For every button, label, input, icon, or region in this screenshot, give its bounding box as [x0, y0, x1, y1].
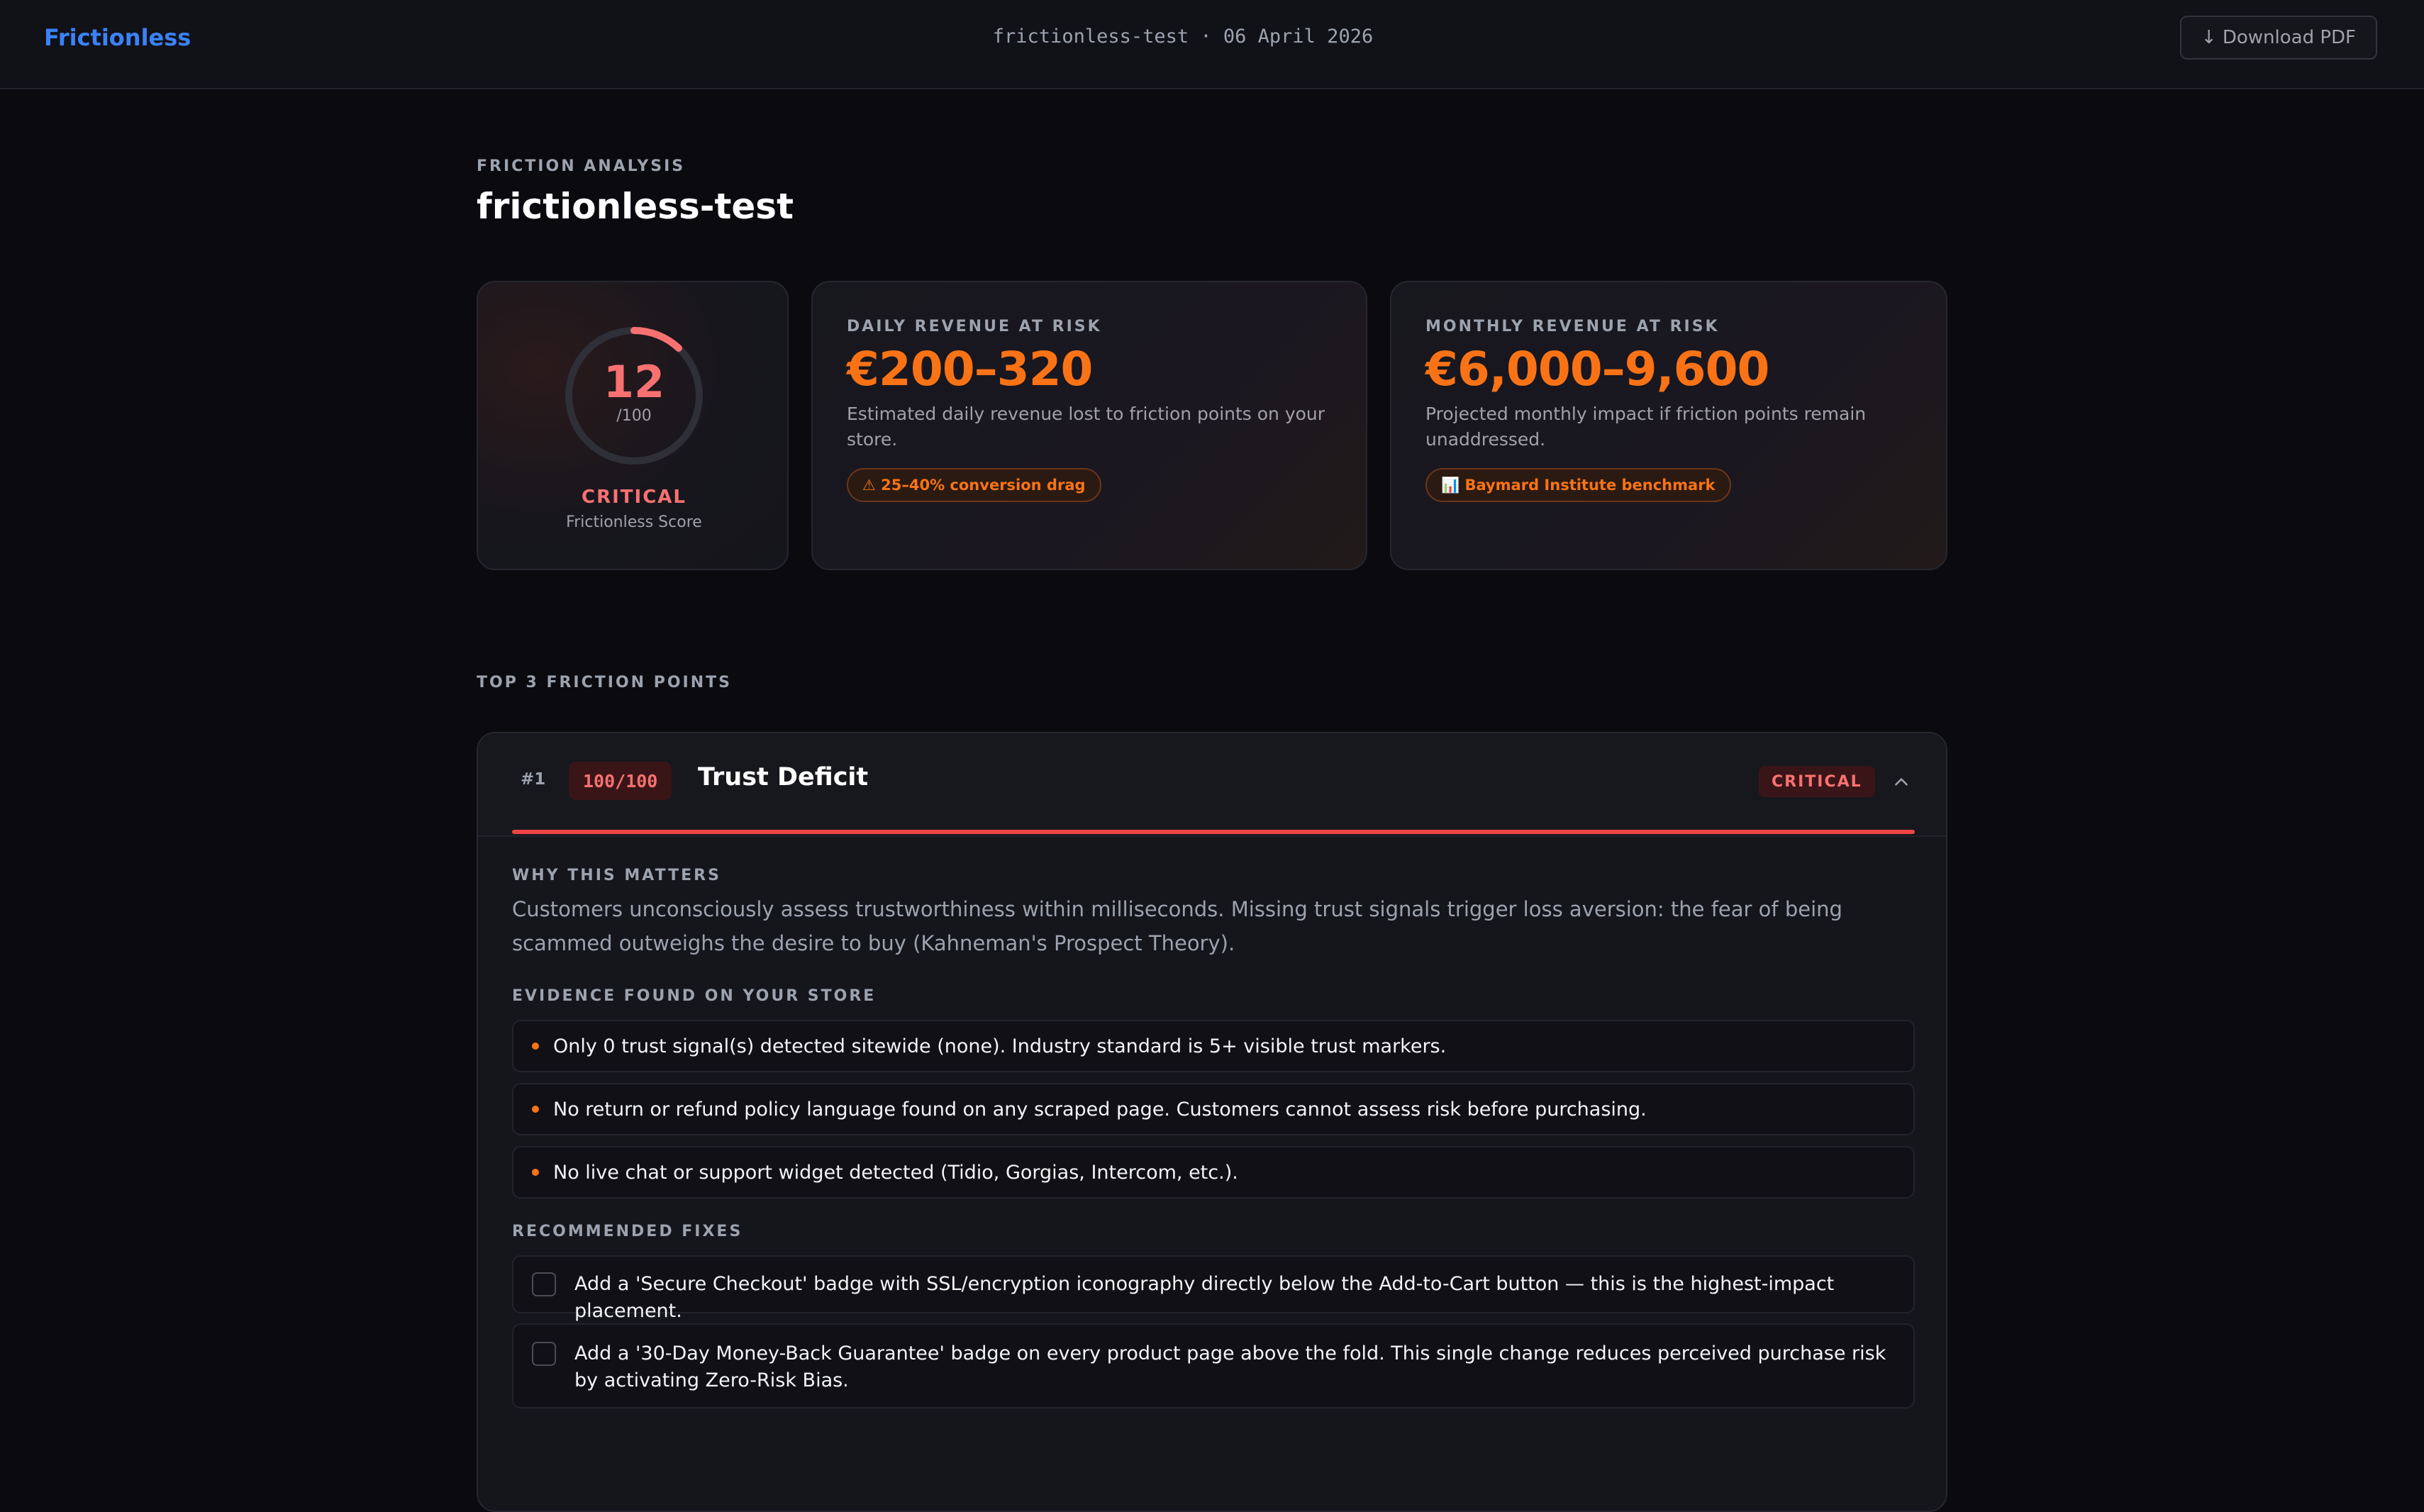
score-card: 12 /100 CRITICAL Frictionless Score	[477, 281, 789, 570]
daily-revenue-card: DAILY REVENUE AT RISK €200–320 Estimated…	[811, 281, 1367, 570]
evidence-text: Only 0 trust signal(s) detected sitewide…	[553, 1035, 1447, 1057]
evidence-item: No return or refund policy language foun…	[512, 1083, 1915, 1135]
friction-point-header[interactable]: #1 100/100 Trust Deficit CRITICAL	[478, 733, 1946, 835]
score-value: 12	[603, 356, 665, 408]
why-text: Customers unconsciously assess trustwort…	[512, 897, 1842, 955]
monthly-revenue-value: €6,000–9,600	[1425, 342, 1769, 396]
friction-point-rank: #1	[521, 770, 546, 789]
fix-text: Add a '30-Day Money-Back Guarantee' badg…	[574, 1343, 1886, 1391]
fix-item[interactable]: Add a '30-Day Money-Back Guarantee' badg…	[512, 1323, 1915, 1408]
evidence-text: No return or refund policy language foun…	[553, 1098, 1647, 1121]
top-bar: Frictionless frictionless-test · 06 Apri…	[0, 0, 2424, 89]
severity-bar	[512, 830, 1915, 834]
header-divider	[478, 835, 1946, 837]
monthly-revenue-eyebrow: MONTHLY REVENUE AT RISK	[1425, 318, 1720, 335]
fix-checkbox[interactable]	[532, 1272, 556, 1296]
score-status: CRITICAL	[582, 487, 686, 508]
evidence-item: Only 0 trust signal(s) detected sitewide…	[512, 1020, 1915, 1072]
fixes-heading: RECOMMENDED FIXES	[512, 1223, 743, 1240]
page-title: frictionless-test	[477, 186, 794, 227]
chevron-up-icon[interactable]	[1892, 773, 1911, 791]
monthly-revenue-description: Projected monthly impact if friction poi…	[1425, 404, 1867, 450]
fix-checkbox[interactable]	[532, 1342, 556, 1366]
benchmark-pill: 📊 Baymard Institute benchmark	[1425, 468, 1731, 502]
severity-badge: CRITICAL	[1759, 766, 1875, 797]
friction-point-score: 100/100	[569, 762, 672, 800]
evidence-item: No live chat or support widget detected …	[512, 1146, 1915, 1199]
evidence-heading: EVIDENCE FOUND ON YOUR STORE	[512, 987, 877, 1005]
page-eyebrow: FRICTION ANALYSIS	[477, 157, 686, 175]
score-label: Frictionless Score	[566, 513, 702, 531]
daily-revenue-eyebrow: DAILY REVENUE AT RISK	[847, 318, 1102, 335]
friction-points-heading: TOP 3 FRICTION POINTS	[477, 674, 732, 691]
why-heading: WHY THIS MATTERS	[512, 867, 721, 884]
report-meta: frictionless-test · 06 April 2026	[992, 26, 1374, 48]
daily-revenue-value: €200–320	[847, 342, 1093, 396]
monthly-revenue-card: MONTHLY REVENUE AT RISK €6,000–9,600 Pro…	[1390, 281, 1947, 570]
score-max: /100	[616, 407, 652, 425]
fix-text: Add a 'Secure Checkout' badge with SSL/e…	[574, 1273, 1835, 1322]
friction-point-title: Trust Deficit	[698, 763, 869, 791]
conversion-drag-pill: ⚠ 25–40% conversion drag	[847, 468, 1101, 502]
fix-item[interactable]: Add a 'Secure Checkout' badge with SSL/e…	[512, 1255, 1915, 1322]
evidence-list: Only 0 trust signal(s) detected sitewide…	[512, 1020, 1915, 1209]
bullet-icon	[532, 1043, 539, 1050]
fixes-list: Add a 'Secure Checkout' badge with SSL/e…	[512, 1255, 1915, 1418]
daily-revenue-description: Estimated daily revenue lost to friction…	[847, 404, 1325, 450]
evidence-text: No live chat or support widget detected …	[553, 1161, 1238, 1184]
download-pdf-button[interactable]: ↓ Download PDF	[2179, 16, 2377, 60]
bullet-icon	[532, 1106, 539, 1113]
friction-point-card: #1 100/100 Trust Deficit CRITICAL WHY TH…	[477, 732, 1947, 1512]
bullet-icon	[532, 1169, 539, 1176]
